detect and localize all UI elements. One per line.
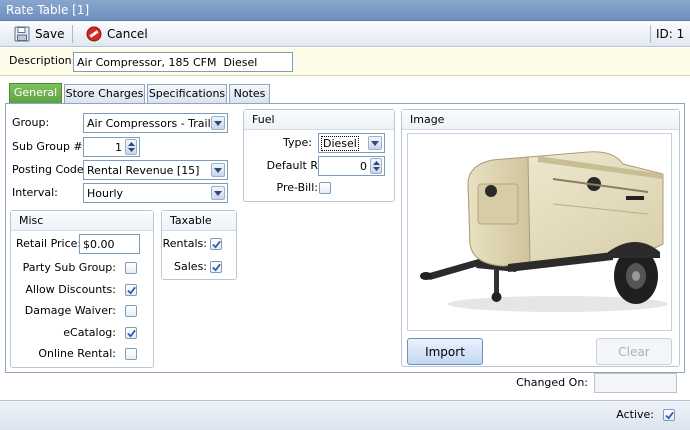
subgroup-stepper[interactable]: 1 (83, 137, 140, 157)
toolbar-separator (72, 25, 73, 43)
changed-on-label: Changed On: (516, 376, 588, 389)
chevron-down-icon[interactable] (211, 186, 225, 200)
allow-discounts-label: Allow Discounts: (25, 283, 116, 296)
tab-notes[interactable]: Notes (229, 84, 270, 103)
misc-title: Misc (11, 211, 153, 231)
rentals-taxable-checkbox[interactable] (210, 238, 222, 250)
pre-bill-label: Pre-Bill: (276, 181, 319, 194)
group-value: Air Compressors - Trail... (87, 116, 211, 130)
toolbar: Save Cancel ID: 1 (0, 21, 690, 47)
chevron-down-icon[interactable] (211, 163, 225, 177)
save-label: Save (35, 27, 65, 41)
cancel-button[interactable]: Cancel (86, 24, 148, 44)
group-select[interactable]: Air Compressors - Trail... (83, 113, 228, 133)
checkmark-icon (211, 240, 221, 249)
posting-code-label: Posting Code: (12, 163, 88, 176)
fuel-type-value: Diesel (321, 135, 359, 151)
interval-value: Hourly (87, 186, 124, 200)
fuel-type-label: Type: (283, 136, 312, 149)
subgroup-label: Sub Group #: (12, 140, 87, 153)
checkmark-icon (126, 329, 136, 338)
rentals-label: Rentals: (162, 237, 207, 250)
toolbar-separator (650, 25, 651, 43)
checkmark-icon (664, 411, 674, 420)
allow-discounts-checkbox[interactable] (125, 284, 137, 296)
default-refill-stepper[interactable]: 0 (318, 156, 385, 176)
default-refill-value: 0 (360, 159, 367, 173)
checkmark-icon (126, 286, 136, 295)
damage-waiver-checkbox[interactable] (125, 305, 137, 317)
ecatalog-checkbox[interactable] (125, 327, 137, 339)
changed-on-field (594, 373, 677, 393)
online-rental-checkbox[interactable] (125, 348, 137, 360)
cancel-label: Cancel (107, 27, 148, 41)
status-bar: Active: (0, 400, 690, 430)
tab-specifications[interactable]: Specifications (147, 84, 227, 103)
retail-price-label: Retail Price: (16, 237, 82, 250)
chevron-down-icon[interactable] (211, 116, 225, 130)
description-label: Description: (9, 54, 76, 67)
air-compressor-image (420, 151, 668, 312)
sales-taxable-checkbox[interactable] (210, 261, 222, 273)
save-button[interactable]: Save (14, 24, 64, 44)
fuel-title: Fuel (244, 110, 394, 130)
cancel-icon (86, 26, 102, 42)
window-title: Rate Table [1] (0, 0, 690, 21)
chevron-down-icon[interactable] (368, 136, 382, 150)
interval-label: Interval: (12, 186, 58, 199)
party-sub-group-label: Party Sub Group: (22, 261, 116, 274)
sales-label: Sales: (174, 260, 207, 273)
ecatalog-label: eCatalog: (63, 326, 116, 339)
description-bar: Description: (0, 48, 690, 76)
checkmark-icon (211, 263, 221, 272)
import-button[interactable]: Import (407, 338, 483, 365)
spinner-arrows-icon[interactable] (370, 158, 382, 174)
clear-button[interactable]: Clear (596, 338, 672, 365)
floppy-disk-icon (14, 26, 30, 42)
active-checkbox[interactable] (663, 409, 675, 421)
party-sub-group-checkbox[interactable] (125, 262, 137, 274)
tab-store-charges[interactable]: Store Charges (64, 84, 145, 103)
active-label: Active: (616, 408, 654, 421)
group-label: Group: (12, 116, 50, 129)
posting-code-value: Rental Revenue [15] (87, 163, 200, 177)
posting-code-select[interactable]: Rental Revenue [15] (83, 160, 228, 180)
online-rental-label: Online Rental: (38, 347, 116, 360)
tab-general[interactable]: General (9, 83, 62, 104)
spinner-arrows-icon[interactable] (125, 139, 137, 155)
fuel-type-select[interactable]: Diesel (318, 133, 385, 153)
image-title: Image (402, 110, 679, 130)
damage-waiver-label: Damage Waiver: (24, 304, 116, 317)
description-field[interactable] (73, 52, 293, 72)
subgroup-value: 1 (115, 140, 122, 154)
interval-select[interactable]: Hourly (83, 183, 228, 203)
record-id: ID: 1 (656, 27, 685, 41)
pre-bill-checkbox[interactable] (319, 182, 331, 194)
retail-price-field[interactable] (79, 234, 140, 254)
taxable-title: Taxable (162, 211, 236, 231)
equipment-photo (407, 133, 672, 331)
